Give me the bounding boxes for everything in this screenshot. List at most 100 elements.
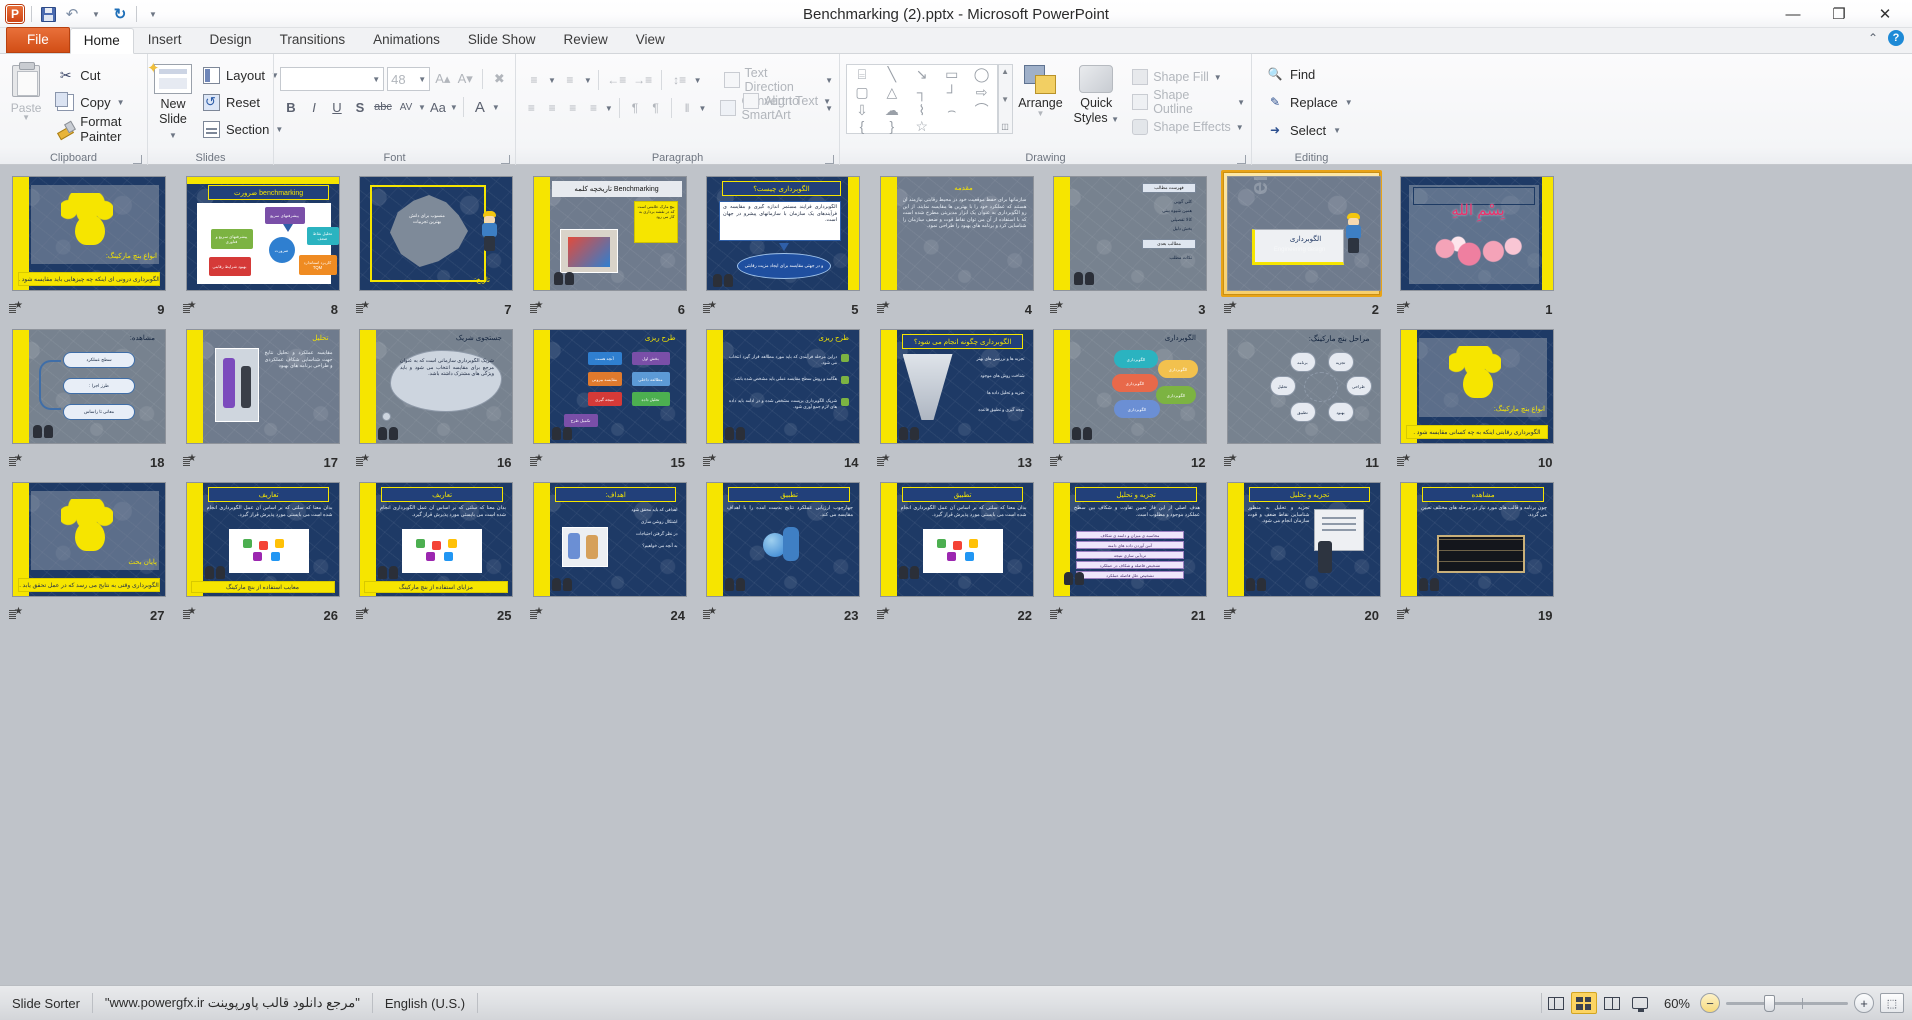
transition-star-icon[interactable] (356, 300, 370, 315)
slide-thumbnail-21[interactable]: تجزیه و تحلیل هدف اصلی از این فاز تعیین ت… (1047, 476, 1209, 603)
slide-preview[interactable]: جستجوی شریک شریک الگوبرداری سازمانی است ک… (359, 329, 513, 444)
shape-arrow-icon[interactable]: ↘ (916, 67, 928, 81)
character-spacing-chevron-down-icon[interactable]: ▼ (418, 103, 426, 112)
slide-thumbnail-9[interactable]: انواع بنچ مارکینگ: الگوبرداری درونی ای ای… (6, 170, 168, 297)
slide-preview[interactable]: مشاهده چون برنامه و قالب های مورد نیاز در… (1400, 482, 1554, 597)
slide-thumbnail-19[interactable]: مشاهده چون برنامه و قالب های مورد نیاز در… (1394, 476, 1556, 603)
shape-right-brace-icon[interactable]: } (890, 119, 895, 133)
increase-font-size-button[interactable]: A▴ (433, 68, 452, 90)
shape-left-brace-icon[interactable]: { (860, 119, 865, 133)
slide-preview[interactable]: مراحل بنچ مارکینگ: برنامه تجزیه تحلیل طراحی ت… (1226, 329, 1381, 444)
find-button[interactable]: 🔍 Find (1262, 62, 1358, 86)
text-direction-button[interactable]: Text Direction ▼ (722, 66, 833, 94)
transition-star-icon[interactable] (9, 606, 23, 621)
font-size-input[interactable]: 48 ▼ (387, 67, 431, 91)
zoom-level-label[interactable]: 60% (1654, 996, 1700, 1011)
transition-star-icon[interactable] (1050, 453, 1064, 468)
slide-preview[interactable]: انواع بنچ مارکینگ: الگوبرداری رقابتی اینک… (1400, 329, 1554, 444)
shape-effects-chevron-down-icon[interactable]: ▼ (1236, 123, 1244, 132)
paste-button[interactable]: Paste ▼ (6, 59, 46, 145)
slide-thumbnail-22[interactable]: تطبیق بدان معنا که سلتی که بر اساس آن عمل… (874, 476, 1036, 603)
character-spacing-button[interactable]: AV (395, 96, 417, 118)
status-language[interactable]: English (U.S.) (373, 992, 477, 1014)
slide-thumbnail-27[interactable]: پایان بحث الگوبرداری وقتی به نتایج می رسد… (6, 476, 168, 603)
help-icon[interactable]: ? (1888, 30, 1904, 46)
slide-thumbnail-17[interactable]: تحلیل مقایسه عملکرد و تحلیل نتایج جهت شنا… (180, 323, 342, 450)
shape-effects-button[interactable]: Shape Effects ▼ (1130, 116, 1245, 138)
arrange-chevron-down-icon[interactable]: ▼ (1036, 110, 1044, 118)
replace-button[interactable]: ✎ Replace ▼ (1262, 90, 1358, 114)
shape-rounded-rectangle-icon[interactable]: ▢ (855, 85, 868, 99)
transition-star-icon[interactable] (703, 300, 717, 315)
justify-button[interactable]: ≡ (584, 97, 603, 119)
window-controls[interactable]: — ❐ ✕ (1770, 0, 1908, 28)
slide-preview[interactable]: engineer الگوبرداری Engineering design (1226, 176, 1381, 291)
decrease-indent-button[interactable]: ←≡ (605, 69, 629, 91)
tab-slide-show[interactable]: Slide Show (454, 27, 550, 53)
transition-star-icon[interactable] (9, 300, 23, 315)
new-slide-button[interactable]: ✦ New Slide ▼ (147, 59, 192, 145)
strikethrough-button[interactable]: abc (372, 96, 394, 118)
slide-preview[interactable]: منسوب برای دانش بهترین تجربیات تاریخ: (359, 176, 513, 291)
slide-preview[interactable]: مشاهده: سطح عملکرد طرز اجرا : معانی تا راسا… (12, 329, 166, 444)
font-name-chevron-down-icon[interactable]: ▼ (372, 75, 380, 84)
clear-formatting-button[interactable]: ✖ (490, 68, 509, 90)
clipboard-dialog-launcher[interactable] (133, 155, 142, 164)
slide-preview[interactable]: مقدمه سازمانها برای حفظ موقعیت خود در محی… (879, 176, 1034, 291)
transition-star-icon[interactable] (356, 453, 370, 468)
slide-preview[interactable]: تحلیل مقایسه عملکرد و تحلیل نتایج جهت شنا… (185, 329, 340, 444)
zoom-slider[interactable]: − + (1700, 993, 1874, 1013)
shapes-gallery-scroll[interactable]: ▲ ▼ ◫ (997, 64, 1013, 134)
change-case-button[interactable]: Aa (427, 96, 449, 118)
right-to-left-button[interactable]: ¶ (646, 97, 665, 119)
shape-cloud-callout-icon[interactable]: ☁ (885, 103, 899, 117)
slide-thumbnail-12[interactable]: الگوبرداری الگوبرداری الگوبرداری الگوبرداری… (1047, 323, 1209, 450)
shape-oval-icon[interactable]: ◯ (974, 67, 990, 81)
slide-thumbnail-8[interactable]: benchmarking ضرورت پیشرفتهای سریع پیشرفتها… (180, 170, 342, 297)
slide-preview[interactable]: الگوبرداری الگوبرداری الگوبرداری الگوبرداری… (1053, 329, 1207, 444)
slide-preview[interactable]: بِسْمِ اللهِ (1400, 176, 1554, 291)
slide-thumbnail-13[interactable]: الگوبرداری چگونه انجام می شود؟ تجربه ها و… (874, 323, 1036, 450)
slide-thumbnail-11[interactable]: مراحل بنچ مارکینگ: برنامه تجزیه تحلیل طراحی ت… (1221, 323, 1383, 450)
slide-preview[interactable]: تعاریف بدان معنا که سلتی که بر اساس آن عم… (185, 482, 340, 597)
slide-thumbnail-4[interactable]: مقدمه سازمانها برای حفظ موقعیت خود در محی… (874, 170, 1036, 297)
ribbon-tab-strip[interactable]: File Home Insert Design Transitions Animation… (0, 27, 1912, 54)
tab-design[interactable]: Design (196, 27, 266, 53)
tab-file[interactable]: File (6, 27, 70, 53)
shape-triangle-icon[interactable]: △ (886, 85, 897, 99)
gallery-more-icon[interactable]: ◫ (1001, 122, 1009, 131)
slide-preview[interactable]: تجزیه و تحلیل هدف اصلی از این فاز تعیین ت… (1053, 482, 1207, 597)
select-chevron-down-icon[interactable]: ▼ (1333, 126, 1341, 135)
transition-star-icon[interactable] (1397, 300, 1411, 315)
align-right-button[interactable]: ≡ (563, 97, 582, 119)
slide-preview[interactable]: اهداف: اهدافی که باید محقق شود اشتکال روشن… (532, 482, 687, 597)
slide-thumbnail-14[interactable]: طرح ریزی دراین مرحله فرآیندی که باید مورد… (700, 323, 862, 450)
zoom-thumb[interactable] (1764, 994, 1775, 1012)
zoom-in-button[interactable]: + (1854, 993, 1874, 1013)
shape-fill-chevron-down-icon[interactable]: ▼ (1214, 73, 1222, 82)
transition-star-icon[interactable] (9, 453, 23, 468)
shape-text-box-icon[interactable]: ⌸ (858, 67, 866, 81)
bullets-button[interactable]: ≡ (522, 69, 546, 91)
justify-chevron-down-icon[interactable]: ▼ (605, 104, 613, 113)
slide-thumbnail-6[interactable]: Benchmarking تاریخچه کلمه بنچ مارک علامتی… (527, 170, 689, 297)
normal-view-button[interactable] (1543, 992, 1569, 1014)
slide-thumbnail-23[interactable]: تطبیق جهارچوب ارزیابی عملکرد نتایج بدست آ… (700, 476, 862, 603)
left-to-right-button[interactable]: ¶ (626, 97, 645, 119)
transition-star-icon[interactable] (182, 606, 196, 621)
shape-right-arrow-icon[interactable]: ⇨ (976, 85, 988, 99)
transition-star-icon[interactable] (703, 606, 717, 621)
slide-preview[interactable]: Benchmarking تاریخچه کلمه بنچ مارک علامتی… (532, 176, 687, 291)
ribbon-right-controls[interactable]: ⌃ ? (1868, 30, 1904, 46)
collapse-ribbon-chevron-up-icon[interactable]: ⌃ (1868, 31, 1878, 45)
slide-preview[interactable]: تجزیه و تحلیل تجزیه و تحلیل به منظور شناس… (1226, 482, 1381, 597)
shape-fill-button[interactable]: Shape Fill ▼ (1130, 66, 1245, 88)
font-dialog-launcher[interactable] (501, 155, 510, 164)
paste-chevron-down-icon[interactable]: ▼ (22, 114, 30, 122)
new-slide-chevron-down-icon[interactable]: ▼ (169, 131, 177, 140)
tab-home[interactable]: Home (69, 28, 134, 54)
transition-star-icon[interactable] (529, 606, 543, 621)
italic-button[interactable]: I (303, 96, 325, 118)
shape-star-icon[interactable]: ☆ (915, 119, 928, 133)
slide-preview[interactable]: پایان بحث الگوبرداری وقتی به نتایج می رسد… (12, 482, 166, 597)
